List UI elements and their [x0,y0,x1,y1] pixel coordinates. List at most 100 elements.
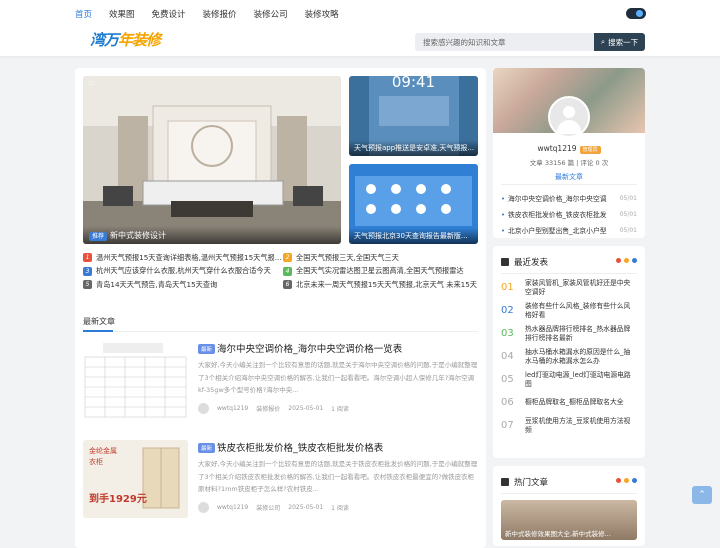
side-card-1[interactable]: 09:41 天气预报app推送是安卓准,天气预报... [349,76,478,156]
article-thumbnail[interactable]: 金纶金属 衣柜 到手1929元 [83,440,188,518]
article-author[interactable]: wwtq1219 [217,405,248,412]
headline-item[interactable]: 5 青岛14天天气预告,青岛天气15天查询 [83,280,283,290]
list-item[interactable]: 01 家装风管机_家装风管机好还是中央空调好 [501,276,637,299]
list-item[interactable]: 铁皮衣柜批发价格_铁皮衣柜批发... 05/01 [501,206,637,222]
slider-caption-text: 新中式装修设计 [110,231,167,240]
profile-news-list: 海尔中央空调价格_海尔中央空调价格... 05/01 铁皮衣柜批发价格_铁皮衣柜批… [501,190,637,238]
logo-text-1: 湾万 [90,31,119,49]
list-item[interactable]: 海尔中央空调价格_海尔中央空调价格... 05/01 [501,190,637,206]
slider-tag: 推荐 [89,232,108,241]
back-to-top-button[interactable]: ⌃ [692,486,712,504]
list-item[interactable]: 04 抽水马桶水箱漏水的原因是什么_抽水马桶的水箱漏水怎么办 [501,345,637,368]
profile-name[interactable]: wwtq1219 [537,144,576,153]
headline-text: 北京未来一周天气预报15天天气预报,北京天气 未来15天 [296,279,477,289]
avatar[interactable] [198,502,209,513]
nav-item-quote[interactable]: 装修报价 [203,8,237,20]
article-meta: wwtq1219 装修报价 2025-05-01 1 阅读 [198,403,357,414]
headline-rank: 6 [283,280,292,290]
search-icon: ⌕ [600,37,606,46]
profile-badge: 管理员 [579,146,601,154]
list-item-text: 家装风管机_家装风管机好还是中央空调好 [525,278,631,296]
chevron-up-icon: ⌃ [698,490,706,500]
article-reads: 1 阅读 [331,406,349,413]
list-item-text: 豆浆机使用方法_豆浆机使用方法视频 [525,416,631,434]
profile-name-line: wwtq1219 管理员 [493,144,645,154]
headline-rank: 1 [83,253,92,263]
thumb-price: 到手1929元 [89,494,147,505]
list-item-date: 05/01 [619,226,637,234]
side-card-2[interactable]: 天气预报北京30天查询报告最新版... [349,164,478,244]
list-item[interactable]: 北京小户型别墅出售_北京小户型... 05/01 [501,222,637,238]
headline-item[interactable]: 6 北京未来一周天气预报15天天气预报,北京天气 未来15天 [283,280,483,290]
nav-item-free-design[interactable]: 免费设计 [152,8,186,20]
side-card-1-caption: 天气预报app推送是安卓准,天气预报... [349,140,478,156]
article-category[interactable]: 装修报价 [256,404,280,413]
author-profile-card: wwtq1219管理员 文章 33156 篇 | 评论 0 次 最新文章 海尔中… [493,68,645,238]
search-button[interactable]: ⌕ 搜索一下 [594,33,645,51]
headline-item[interactable]: 1 温州天气预报15天查询详细表格,温州天气预报15天气报... [83,253,283,263]
site-logo[interactable]: 湾万年装修 [90,29,161,50]
recent-posts-widget: 最近发表 01 家装风管机_家装风管机好还是中央空调好 02 装修有些什么风格_装修… [493,246,645,458]
list-item-text: 海尔中央空调价格_海尔中央空调价格... [501,193,607,203]
article-reads: 1 阅读 [331,505,349,512]
phone-clock: 09:41 [391,76,436,91]
article-tag: 最新 [198,344,216,354]
search-button-label: 搜索一下 [608,37,639,47]
widget-dots [613,478,637,483]
nav-item-guide[interactable]: 装修攻略 [305,8,339,20]
headline-item[interactable]: 3 杭州天气应该穿什么衣服,杭州天气穿什么衣服合适今天 [83,266,283,276]
profile-stats: 文章 33156 篇 | 评论 0 次 [529,159,609,167]
headline-text: 全国天气预报三天,全国天气三天 [296,252,399,262]
article-date: 2025-05-01 [288,504,324,511]
list-item-text: 热水器品牌排行榜排名_热水器品牌排行榜排名最新 [525,324,631,342]
theme-toggle[interactable] [626,8,646,19]
divider [83,330,478,332]
list-item-text: 抽水马桶水箱漏水的原因是什么_抽水马桶的水箱漏水怎么办 [525,347,631,365]
article-thumbnail[interactable] [83,341,188,419]
list-item[interactable]: 02 装修有些什么风格_装修有些什么风格好看 [501,299,637,322]
slider-image [83,76,341,244]
article-tag: 最新 [198,443,216,453]
list-rank: 05 [501,374,514,385]
avatar[interactable] [548,96,590,138]
nav-item-home[interactable]: 首页 [75,8,92,20]
article-title[interactable]: 铁皮衣柜批发价格_铁皮衣柜批发价格表 [217,440,383,454]
headline-item[interactable]: 4 全国天气实况雷达图卫星云图高清,全国天气预报雷达 [283,266,483,276]
list-item-text: 装修有些什么风格_装修有些什么风格好看 [525,301,631,319]
article-category[interactable]: 装修公司 [256,503,280,512]
list-item-text: led灯驱动电源_led灯驱动电源电路图 [525,370,631,388]
list-item[interactable]: 06 橱柜品牌取名_橱柜品牌取名大全 [501,391,637,414]
logo-text-2: 年装修 [118,31,161,49]
article-author[interactable]: wwtq1219 [217,504,248,511]
widget-header: 热门文章 [501,476,548,488]
top-nav: 首页 效果图 免费设计 装修报价 装修公司 装修攻略 湾万年装修 搜索感兴趣的知… [0,0,720,56]
nav-menu: 首页 效果图 免费设计 装修报价 装修公司 装修攻略 [75,8,356,20]
search-input[interactable]: 搜索感兴趣的知识和文章 [415,33,594,51]
list-item[interactable]: 03 热水器品牌排行榜排名_热水器品牌排行榜排名最新 [501,322,637,345]
hot-article-image[interactable]: 新中式装修效果图大全,新中式装修... [501,500,637,540]
list-item[interactable]: 05 led灯驱动电源_led灯驱动电源电路图 [501,368,637,391]
widget-title: 最近发表 [514,258,549,268]
nav-item-gallery[interactable]: 效果图 [109,8,135,20]
list-item[interactable]: 07 豆浆机使用方法_豆浆机使用方法视频 [501,414,637,437]
document-icon [501,478,509,486]
headline-text: 杭州天气应该穿什么衣服,杭州天气穿什么衣服合适今天 [96,266,271,276]
featured-slider[interactable]: ☆ 推荐 新中式装修设计 [83,76,341,244]
hot-article-caption: 新中式装修效果图大全,新中式装修... [505,530,611,538]
list-rank: 06 [501,397,514,408]
list-item-text: 橱柜品牌取名_橱柜品牌取名大全 [525,398,624,406]
headline-rank: 2 [283,253,292,263]
headline-item[interactable]: 2 全国天气预报三天,全国天气三天 [283,253,483,263]
headline-text: 温州天气预报15天查询详细表格,温州天气预报15天气报... [96,252,282,262]
list-rank: 02 [501,305,514,316]
avatar[interactable] [198,403,209,414]
article-excerpt: 大家好,今天小编关注到一个比较有意思的话题,就是关于海尔中央空调价格的问题,于是… [198,361,478,394]
profile-news-title: 最新文章 [555,173,583,181]
nav-item-company[interactable]: 装修公司 [254,8,288,20]
list-item-date: 05/01 [619,194,637,202]
article-title[interactable]: 海尔中央空调价格_海尔中央空调价格一览表 [217,341,402,355]
recent-posts-list: 01 家装风管机_家装风管机好还是中央空调好 02 装修有些什么风格_装修有些什么风… [501,276,637,437]
side-card-2-caption: 天气预报北京30天查询报告最新版... [349,228,478,244]
star-icon[interactable]: ☆ [87,78,96,89]
thumb-text-1: 金纶金属 [89,447,117,455]
